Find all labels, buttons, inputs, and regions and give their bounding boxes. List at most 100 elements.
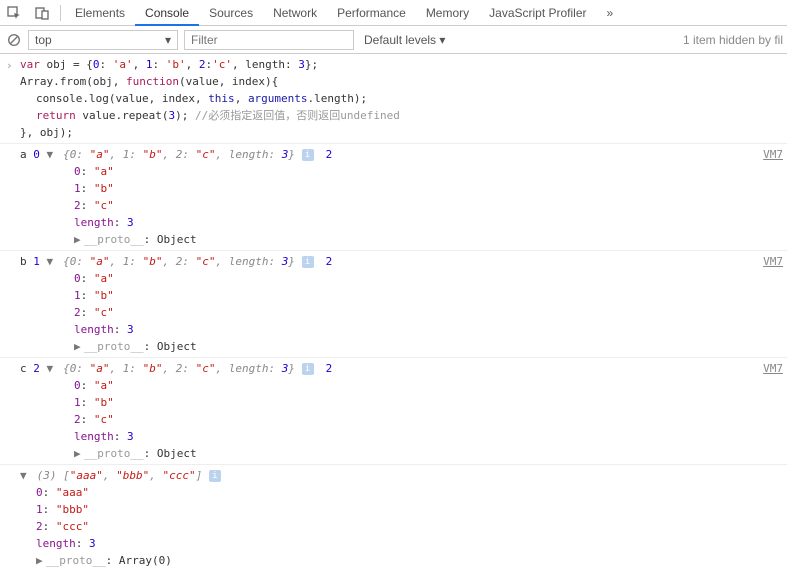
expand-toggle-icon[interactable]: ▼ xyxy=(47,147,57,162)
expand-toggle-icon[interactable]: ▶ xyxy=(74,446,84,461)
object-property: length: 3 xyxy=(0,214,787,231)
clear-console-icon[interactable] xyxy=(0,33,28,47)
context-selector[interactable]: top ▾ xyxy=(28,30,178,50)
console-input-line: console.log(value, index, this, argument… xyxy=(0,90,787,107)
info-icon[interactable]: i xyxy=(302,149,314,161)
code-text: 3 xyxy=(298,58,305,71)
object-property: length: 3 xyxy=(0,321,787,338)
console-input-line: › var obj = {0: 'a', 1: 'b', 2:'c', leng… xyxy=(0,56,787,73)
expand-toggle-icon[interactable]: ▼ xyxy=(20,468,30,483)
tab-network[interactable]: Network xyxy=(263,0,327,26)
input-chevron-icon: › xyxy=(6,58,13,73)
code-text: 'c' xyxy=(212,58,232,71)
log-arg-count: 2 xyxy=(326,255,333,268)
object-property[interactable]: ▶__proto__: Array(0) xyxy=(0,552,787,569)
object-summary[interactable]: {0: "a", 1: "b", 2: "c", length: 3} xyxy=(63,362,295,375)
console-log-line[interactable]: c 2 ▼ {0: "a", 1: "b", 2: "c", length: 3… xyxy=(0,357,787,377)
tabs-overflow-icon[interactable]: » xyxy=(597,6,624,20)
object-property: 2: "ccc" xyxy=(0,518,787,535)
object-property: 0: "a" xyxy=(0,163,787,180)
expand-toggle-icon[interactable]: ▶ xyxy=(36,553,46,568)
code-text: (value, index){ xyxy=(179,75,278,88)
tab-jsprofiler[interactable]: JavaScript Profiler xyxy=(479,0,596,26)
expand-toggle-icon[interactable]: ▼ xyxy=(47,254,57,269)
log-index: 0 xyxy=(33,148,40,161)
code-text: value.repeat( xyxy=(76,109,169,122)
info-icon[interactable]: i xyxy=(302,256,314,268)
code-text: , length: xyxy=(232,58,298,71)
info-icon[interactable]: i xyxy=(209,470,221,482)
tab-console[interactable]: Console xyxy=(135,0,199,26)
hidden-items-label: 1 item hidden by fil xyxy=(683,33,783,47)
code-text: , xyxy=(186,58,199,71)
array-summary[interactable]: (3) ["aaa", "bbb", "ccc"] xyxy=(37,469,203,482)
object-property: 1: "b" xyxy=(0,287,787,304)
expand-toggle-icon[interactable]: ▶ xyxy=(74,232,84,247)
expand-toggle-icon[interactable]: ▼ xyxy=(47,361,57,376)
console-input-line: }, obj); xyxy=(0,124,787,141)
code-text: }, obj); xyxy=(20,126,73,139)
console-filterbar: top ▾ Default levels ▾ 1 item hidden by … xyxy=(0,26,787,54)
devtools-tabbar: Elements Console Sources Network Perform… xyxy=(0,0,787,26)
device-toolbar-icon[interactable] xyxy=(28,0,56,26)
log-value: c xyxy=(20,362,33,375)
code-text: function xyxy=(126,75,179,88)
tab-sources[interactable]: Sources xyxy=(199,0,263,26)
context-label: top xyxy=(35,33,52,47)
code-text: //必须指定返回值，否则返回undefined xyxy=(195,109,400,122)
source-link[interactable]: VM7 xyxy=(763,254,783,269)
code-text: , xyxy=(235,92,248,105)
log-value: b xyxy=(20,255,33,268)
code-text: : xyxy=(99,58,112,71)
info-icon[interactable]: i xyxy=(302,363,314,375)
inspect-icon[interactable] xyxy=(0,0,28,26)
object-property: length: 3 xyxy=(0,428,787,445)
object-property[interactable]: ▶__proto__: Object xyxy=(0,445,787,462)
code-text: .length); xyxy=(308,92,368,105)
log-levels-selector[interactable]: Default levels ▾ xyxy=(364,33,445,47)
object-property[interactable]: ▶__proto__: Object xyxy=(0,231,787,248)
code-text: 'a' xyxy=(113,58,133,71)
console-input-line: Array.from(obj, function(value, index){ xyxy=(0,73,787,90)
filter-input[interactable] xyxy=(184,30,354,50)
object-property: length: 3 xyxy=(0,535,787,552)
code-text: }; xyxy=(305,58,318,71)
object-property: 0: "a" xyxy=(0,377,787,394)
object-property: 1: "bbb" xyxy=(0,501,787,518)
object-summary[interactable]: {0: "a", 1: "b", 2: "c", length: 3} xyxy=(63,148,295,161)
object-property: 2: "c" xyxy=(0,197,787,214)
object-property: 1: "b" xyxy=(0,394,787,411)
log-arg-count: 2 xyxy=(326,362,333,375)
log-arg-count: 2 xyxy=(326,148,333,161)
chevron-down-icon: ▾ xyxy=(165,33,171,47)
tab-elements[interactable]: Elements xyxy=(65,0,135,26)
expand-toggle-icon[interactable]: ▶ xyxy=(74,339,84,354)
object-property: 0: "a" xyxy=(0,270,787,287)
code-text: : xyxy=(152,58,165,71)
object-property: 0: "aaa" xyxy=(0,484,787,501)
code-text: obj = { xyxy=(40,58,93,71)
object-property: 1: "b" xyxy=(0,180,787,197)
source-link[interactable]: VM7 xyxy=(763,361,783,376)
log-index: 1 xyxy=(33,255,40,268)
object-summary[interactable]: {0: "a", 1: "b", 2: "c", length: 3} xyxy=(63,255,295,268)
object-property: 2: "c" xyxy=(0,411,787,428)
console-output: › var obj = {0: 'a', 1: 'b', 2:'c', leng… xyxy=(0,54,787,577)
tab-performance[interactable]: Performance xyxy=(327,0,416,26)
code-text: return xyxy=(36,109,76,122)
code-text: this xyxy=(208,92,235,105)
log-value: a xyxy=(20,148,33,161)
object-property[interactable]: ▶__proto__: Object xyxy=(0,338,787,355)
code-text: 'b' xyxy=(166,58,186,71)
code-text: , xyxy=(133,58,146,71)
code-text: Array.from(obj, xyxy=(20,75,126,88)
console-log-line[interactable]: b 1 ▼ {0: "a", 1: "b", 2: "c", length: 3… xyxy=(0,250,787,270)
code-text: arguments xyxy=(248,92,308,105)
code-text: var xyxy=(20,58,40,71)
tab-memory[interactable]: Memory xyxy=(416,0,479,26)
source-link[interactable]: VM7 xyxy=(763,147,783,162)
console-input-line: return value.repeat(3); //必须指定返回值，否则返回un… xyxy=(0,107,787,124)
code-text: console.log(value, index, xyxy=(36,92,208,105)
console-result-line[interactable]: ▼ (3) ["aaa", "bbb", "ccc"] i xyxy=(0,464,787,484)
console-log-line[interactable]: a 0 ▼ {0: "a", 1: "b", 2: "c", length: 3… xyxy=(0,143,787,163)
